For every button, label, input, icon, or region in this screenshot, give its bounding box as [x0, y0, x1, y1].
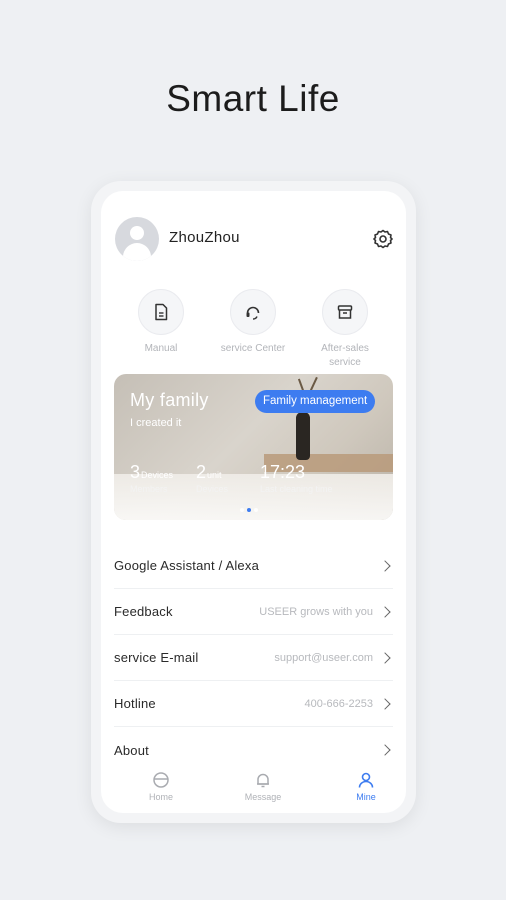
nav-label: Message — [244, 792, 282, 802]
headset-icon — [230, 289, 276, 335]
stat-unit: Devices — [141, 470, 174, 480]
row-title: service E-mail — [114, 650, 199, 665]
row-value: 400-666-2253 — [304, 697, 373, 710]
family-subtitle: I created it — [130, 417, 182, 429]
bell-icon — [233, 771, 293, 791]
row-feedback[interactable]: Feedback USEER grows with you — [114, 589, 393, 635]
carousel-dot — [254, 508, 258, 512]
home-icon — [131, 771, 191, 791]
row-about[interactable]: About — [114, 727, 393, 773]
row-title: Google Assistant / Alexa — [114, 558, 259, 573]
row-service-email[interactable]: service E-mail support@useer.com — [114, 635, 393, 681]
carousel-indicator — [240, 508, 258, 512]
family-management-button[interactable]: Family management — [255, 390, 376, 413]
stat-unit: unit — [207, 470, 222, 480]
quick-action-manual[interactable]: Manual — [116, 289, 206, 356]
nav-home[interactable]: Home — [131, 771, 191, 802]
row-title: Hotline — [114, 696, 156, 711]
row-value: support@useer.com — [274, 651, 373, 664]
phone-frame: ZhouZhou Manual service Center After-sal — [91, 181, 416, 823]
nav-label: Mine — [356, 792, 376, 802]
nav-mine[interactable]: Mine — [336, 771, 396, 802]
stat-value: 17:23 — [260, 462, 306, 482]
carousel-dot-active — [247, 508, 251, 512]
user-icon — [336, 771, 396, 791]
stat-caption: Members — [130, 484, 168, 494]
stat-caption: Devices — [196, 484, 229, 494]
carousel-dot — [240, 508, 244, 512]
chevron-right-icon — [379, 744, 391, 756]
username[interactable]: ZhouZhou — [169, 229, 240, 246]
stat-devices: 2unit Devices — [196, 462, 228, 494]
stat-value: 2 — [196, 462, 207, 482]
chevron-right-icon — [379, 697, 391, 710]
stat-value: 3 — [130, 462, 141, 482]
quick-action-after-sales[interactable]: After-sales service — [300, 289, 390, 370]
document-icon — [138, 289, 184, 335]
chevron-right-icon — [379, 605, 391, 618]
stat-last-cleaning: 17:23 Last cleaning time — [260, 462, 333, 494]
row-hotline[interactable]: Hotline 400-666-2253 — [114, 681, 393, 727]
quick-action-service-center[interactable]: service Center — [208, 289, 298, 356]
family-title: My family — [130, 390, 209, 410]
chevron-right-icon — [379, 651, 391, 664]
row-title: About — [114, 742, 149, 758]
quick-action-label: Manual — [144, 343, 178, 354]
quick-action-label: service Center — [220, 343, 286, 354]
page-headline: Smart Life — [166, 78, 340, 119]
row-title: Feedback — [114, 604, 173, 619]
stat-caption: Last cleaning time — [260, 484, 333, 494]
app-screen: ZhouZhou Manual service Center After-sal — [101, 191, 406, 813]
row-google-assistant[interactable]: Google Assistant / Alexa — [114, 543, 393, 589]
quick-action-label: After-sales service — [321, 343, 369, 368]
row-value: USEER grows with you — [259, 605, 373, 618]
box-icon — [322, 289, 368, 335]
avatar[interactable] — [115, 217, 159, 261]
nav-message[interactable]: Message — [233, 771, 293, 802]
gear-icon[interactable] — [372, 228, 394, 250]
family-card[interactable]: My family I created it Family management… — [114, 374, 393, 520]
stat-members: 3Devices Members — [130, 462, 173, 494]
nav-label: Home — [148, 792, 173, 802]
chevron-right-icon — [379, 559, 391, 572]
